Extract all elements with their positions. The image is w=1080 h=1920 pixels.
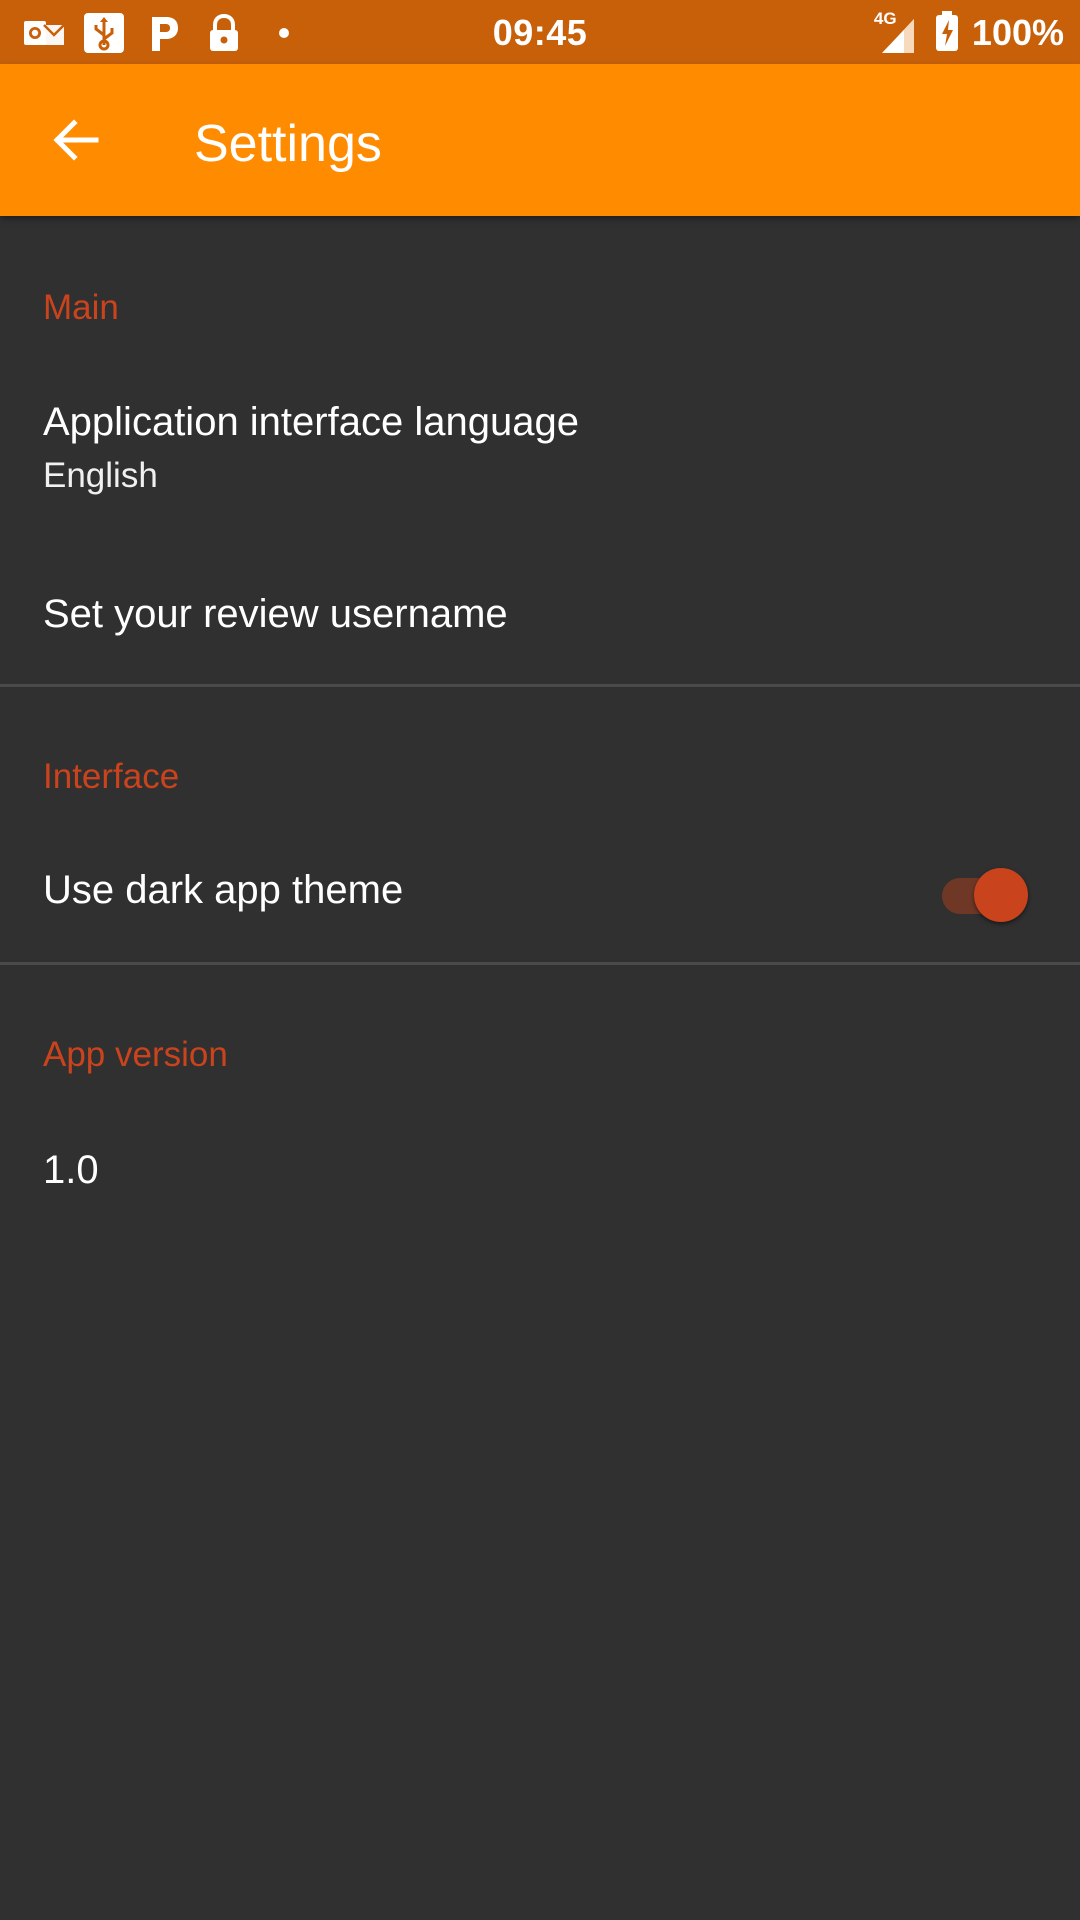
- app-bar: Settings: [0, 64, 1080, 216]
- app-version-value: 1.0: [43, 1148, 99, 1192]
- battery-charging-icon: [934, 10, 960, 57]
- pref-dark-theme-title: Use dark app theme: [43, 868, 404, 912]
- category-header-interface: Interface: [43, 757, 180, 796]
- section-divider: [0, 684, 1080, 687]
- dark-theme-switch[interactable]: [940, 866, 1028, 922]
- back-button[interactable]: [28, 100, 124, 180]
- network-type: 4G: [873, 9, 897, 28]
- category-header-main: Main: [43, 288, 119, 327]
- pref-username-title: Set your review username: [43, 592, 508, 636]
- status-icons-right: 4G 100%: [873, 9, 1064, 57]
- arrow-back-icon: [53, 119, 99, 161]
- section-divider: [0, 962, 1080, 965]
- page-title: Settings: [194, 115, 382, 173]
- pref-review-username[interactable]: Set your review username: [0, 578, 1080, 698]
- switch-thumb: [974, 868, 1028, 922]
- pref-language[interactable]: Application interface language English: [0, 378, 1080, 528]
- pref-app-version[interactable]: 1.0: [0, 1126, 1080, 1246]
- signal-icon: 4G: [873, 9, 922, 55]
- battery-percent: 100%: [971, 12, 1064, 53]
- pref-language-title: Application interface language: [43, 400, 579, 444]
- pref-dark-theme[interactable]: Use dark app theme: [0, 846, 1080, 976]
- status-bar: 09:45 4G 100%: [0, 0, 1080, 64]
- pref-language-value: English: [43, 456, 158, 495]
- settings-screen: 09:45 4G 100% Settings Main Application …: [0, 0, 1080, 1920]
- category-header-app-version: App version: [43, 1035, 228, 1074]
